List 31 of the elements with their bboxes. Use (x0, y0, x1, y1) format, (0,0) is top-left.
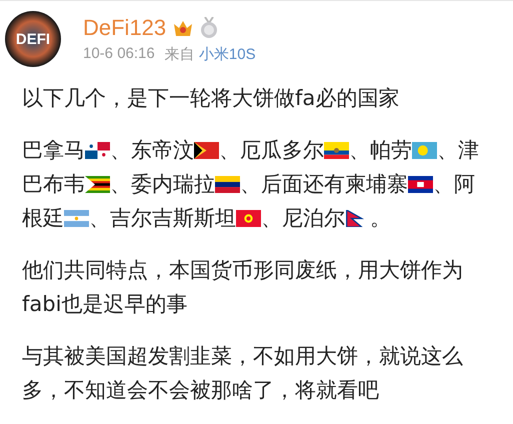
post-time: 10-6 06:16 (83, 44, 155, 64)
country-name: 、委内瑞拉 (110, 171, 215, 198)
flag-icon (412, 142, 437, 159)
country-name: 、厄瓜多尔 (219, 137, 324, 164)
flag-icon (64, 210, 89, 227)
username[interactable]: DeFi123 (83, 14, 166, 40)
post-text: 以下几个，是下一轮将大饼做fa必的国家 (22, 85, 400, 112)
flag-icon (85, 142, 110, 159)
post-text: 与其被美国超发割韭菜，不如用大饼，就说这么多，不知道会不会被那啥了，将就看吧 (22, 343, 464, 404)
country-name: 、尼泊尔 (261, 205, 345, 232)
flag-icon (324, 142, 349, 159)
country-name: 巴拿马 (22, 137, 85, 164)
country-name: 根廷 (22, 205, 64, 232)
flag-icon (215, 176, 240, 193)
country-name: 、阿 (433, 171, 475, 198)
flag-icon (408, 176, 433, 193)
country-name: 、帕劳 (349, 137, 412, 164)
country-name: 、吉尔吉斯斯坦 (89, 205, 236, 232)
source-link[interactable]: 小米10S (198, 46, 256, 62)
post-text: 他们共同特点，本国货币形同废纸，用大饼作为fabi也是迟早的事 (22, 257, 464, 318)
flag-icon (194, 142, 219, 159)
period: 。 (370, 206, 391, 230)
country-name: 巴布韦 (22, 171, 85, 198)
country-name: 、东帝汶 (110, 137, 194, 164)
country-name: 、后面还有柬埔寨 (240, 171, 408, 198)
flag-icon (85, 176, 110, 193)
avatar[interactable]: DEFI (5, 11, 61, 67)
flag-icon (236, 210, 261, 227)
country-name: 、津 (437, 137, 479, 164)
medal-icon (200, 16, 218, 38)
source-label: 来自 (164, 46, 195, 62)
